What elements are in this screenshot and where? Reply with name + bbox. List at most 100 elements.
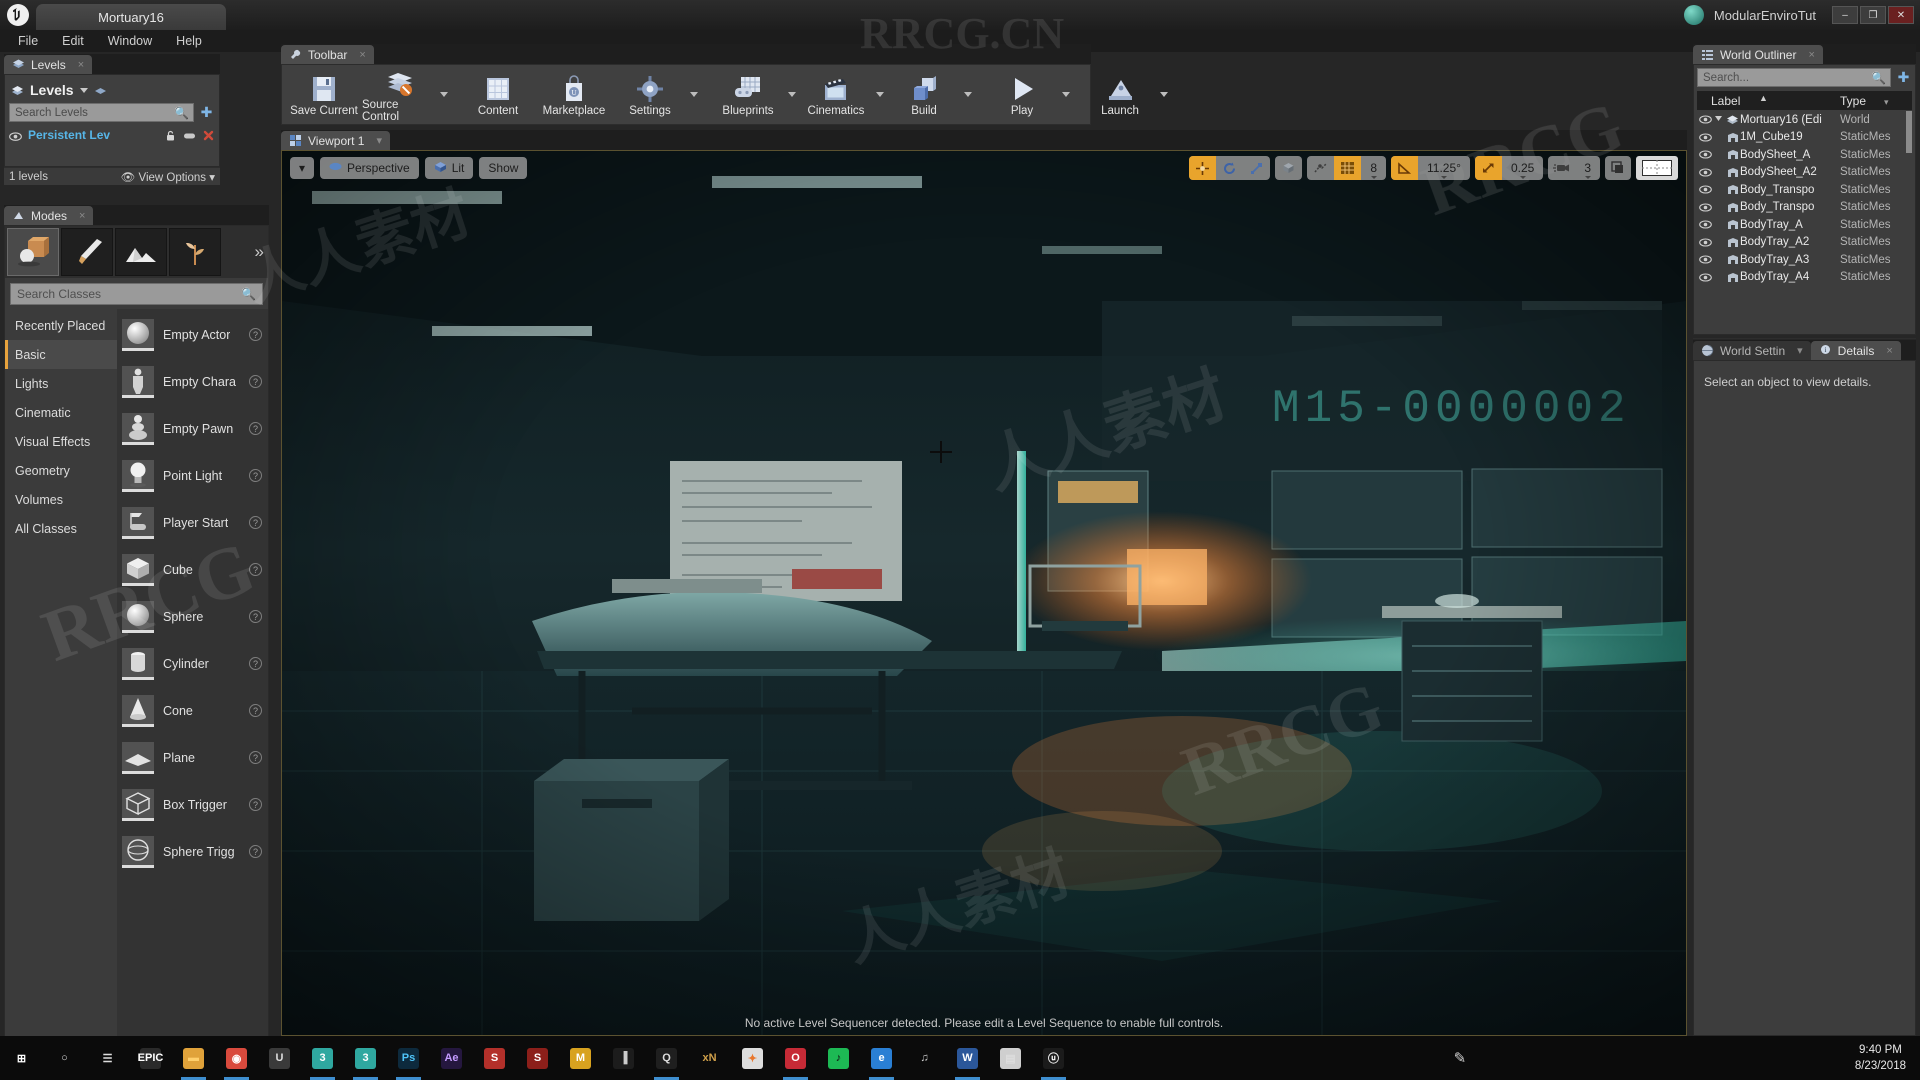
levels-search-input[interactable]: Search Levels 🔍 xyxy=(9,103,194,122)
help-icon[interactable]: ? xyxy=(249,845,262,858)
toolbar-dropdown-cinematics[interactable] xyxy=(874,66,886,123)
outliner-add-button[interactable]: ✚ xyxy=(1895,69,1912,86)
visibility-eye-icon[interactable] xyxy=(1697,150,1714,159)
level-row-persistent[interactable]: Persistent Lev xyxy=(9,125,215,145)
levels-layer-icon[interactable] xyxy=(94,84,107,97)
tab-world-settings-close-icon[interactable]: ▾ xyxy=(1797,344,1803,357)
class-item-empty-pawn[interactable]: Empty Pawn? xyxy=(117,405,268,452)
category-cinematic[interactable]: Cinematic xyxy=(5,398,117,427)
category-visual-effects[interactable]: Visual Effects xyxy=(5,427,117,456)
outliner-column-label[interactable]: Label ▲ xyxy=(1697,93,1840,108)
taskbar-unity-app[interactable]: U xyxy=(258,1036,301,1080)
toolbar-button-blueprints[interactable]: Blueprints xyxy=(710,66,786,123)
lock-icon[interactable] xyxy=(164,129,177,142)
tab-world-outliner[interactable]: World Outliner × xyxy=(1693,45,1823,64)
visibility-eye-icon[interactable] xyxy=(1697,185,1714,194)
toolbar-button-content[interactable]: Content xyxy=(460,66,536,123)
outliner-row[interactable]: Mortuary16 (Edi World xyxy=(1697,111,1912,129)
category-recently-placed[interactable]: Recently Placed xyxy=(5,311,117,340)
tab-levels[interactable]: Levels × xyxy=(4,55,93,74)
surface-snap-icon[interactable] xyxy=(1307,156,1334,180)
world-space-icon[interactable] xyxy=(1275,156,1302,180)
taskbar-clock[interactable]: 9:40 PM 8/23/2018 xyxy=(1855,1042,1920,1074)
taskbar-word-app[interactable]: W xyxy=(946,1036,989,1080)
taskbar-xnormal-app[interactable]: xN xyxy=(688,1036,731,1080)
foliage-mode-button[interactable] xyxy=(169,228,221,276)
view-mode-button[interactable]: Lit xyxy=(424,157,474,179)
visibility-eye-icon[interactable] xyxy=(1697,133,1714,142)
visibility-eye-icon[interactable] xyxy=(1697,220,1714,229)
outliner-row[interactable]: Body_Transpo StaticMes xyxy=(1697,199,1912,217)
taskbar-after-effects-app[interactable]: Ae xyxy=(430,1036,473,1080)
taskbar-edge-browser[interactable]: e xyxy=(860,1036,903,1080)
outliner-row[interactable]: Body_Transpo StaticMes xyxy=(1697,181,1912,199)
paint-mode-button[interactable] xyxy=(61,228,113,276)
scale-gizmo-icon[interactable] xyxy=(1243,156,1270,180)
visibility-eye-icon[interactable] xyxy=(1697,203,1714,212)
scale-snap-value[interactable]: 0.25 xyxy=(1502,156,1543,180)
add-level-button[interactable]: ✚ xyxy=(198,104,215,121)
visibility-eye-icon[interactable] xyxy=(1697,255,1714,264)
help-icon[interactable]: ? xyxy=(249,469,262,482)
viewport-layout-button[interactable] xyxy=(1636,156,1678,180)
menu-item-edit[interactable]: Edit xyxy=(52,32,94,50)
levels-view-options[interactable]: 👁 View Options ▾ xyxy=(121,170,215,184)
toolbar-button-play[interactable]: Play xyxy=(984,66,1060,123)
outliner-row[interactable]: BodyTray_A2 StaticMes xyxy=(1697,234,1912,252)
taskbar-substance-painter-app[interactable]: S xyxy=(516,1036,559,1080)
rotation-snap-value[interactable]: 11.25° xyxy=(1418,156,1470,180)
taskbar-chrome-browser[interactable]: ◉ xyxy=(215,1036,258,1080)
class-item-cube[interactable]: Cube? xyxy=(117,546,268,593)
grid-snap-value[interactable]: 8 xyxy=(1361,156,1386,180)
taskbar-start-button[interactable]: ⊞ xyxy=(0,1036,43,1080)
category-volumes[interactable]: Volumes xyxy=(5,485,117,514)
class-item-sphere-trigg[interactable]: Sphere Trigg? xyxy=(117,828,268,875)
camera-speed-icon[interactable] xyxy=(1548,156,1575,180)
minimize-button[interactable]: – xyxy=(1832,6,1858,24)
gamepad-icon[interactable] xyxy=(183,129,196,142)
toolbar-button-source-control[interactable]: Source Control xyxy=(362,66,438,123)
taskbar-cortana-button[interactable]: ○ xyxy=(43,1036,86,1080)
outliner-row[interactable]: BodySheet_A StaticMes xyxy=(1697,146,1912,164)
toolbar-dropdown-blueprints[interactable] xyxy=(786,66,798,123)
visibility-eye-icon[interactable] xyxy=(1697,115,1714,124)
taskbar-quixel-app[interactable]: Q xyxy=(645,1036,688,1080)
visibility-eye-icon[interactable] xyxy=(1697,273,1714,282)
maximize-button[interactable]: ❐ xyxy=(1860,6,1886,24)
help-icon[interactable]: ? xyxy=(249,375,262,388)
toolbar-button-settings[interactable]: Settings xyxy=(612,66,688,123)
tab-viewport-close-icon[interactable]: ▾ xyxy=(376,134,382,147)
toolbar-button-marketplace[interactable]: U Marketplace xyxy=(536,66,612,123)
outliner-row[interactable]: 1M_Cube19 StaticMes xyxy=(1697,129,1912,147)
scale-snap-icon[interactable] xyxy=(1474,156,1502,180)
maximize-viewport-button[interactable] xyxy=(1605,156,1631,180)
help-icon[interactable]: ? xyxy=(249,704,262,717)
class-search-input[interactable]: Search Classes 🔍 xyxy=(10,283,263,305)
class-item-cylinder[interactable]: Cylinder? xyxy=(117,640,268,687)
visibility-eye-icon[interactable] xyxy=(9,130,22,141)
category-basic[interactable]: Basic xyxy=(5,340,117,369)
category-geometry[interactable]: Geometry xyxy=(5,456,117,485)
expand-arrow-icon[interactable] xyxy=(1714,114,1725,126)
taskbar-substance-app[interactable]: S xyxy=(473,1036,516,1080)
taskbar-spotify-app[interactable]: ♪ xyxy=(817,1036,860,1080)
taskbar-epic-games-app[interactable]: EPIC xyxy=(129,1036,172,1080)
tab-world-settings[interactable]: World Settin ▾ xyxy=(1693,341,1811,360)
taskbar-photoshop-app[interactable]: Ps xyxy=(387,1036,430,1080)
toolbar-dropdown-build[interactable] xyxy=(962,66,974,123)
class-item-empty-actor[interactable]: Empty Actor? xyxy=(117,311,268,358)
taskbar-3ds-max-app-2[interactable]: 3 xyxy=(344,1036,387,1080)
taskbar-task-view-button[interactable]: ☰ xyxy=(86,1036,129,1080)
help-icon[interactable]: ? xyxy=(249,563,262,576)
class-item-plane[interactable]: Plane? xyxy=(117,734,268,781)
help-icon[interactable]: ? xyxy=(249,657,262,670)
tab-levels-close-icon[interactable]: × xyxy=(78,59,84,71)
taskbar-notepad-app[interactable]: ▤ xyxy=(989,1036,1032,1080)
tab-toolbar[interactable]: Toolbar × xyxy=(281,45,374,64)
class-item-empty-chara[interactable]: Empty Chara? xyxy=(117,358,268,405)
tab-modes[interactable]: Modes × xyxy=(4,206,94,225)
tab-modes-close-icon[interactable]: × xyxy=(79,210,85,222)
visibility-eye-icon[interactable] xyxy=(1697,238,1714,247)
taskbar-music-app[interactable]: ♫ xyxy=(903,1036,946,1080)
modes-overflow-icon[interactable]: » xyxy=(255,242,264,262)
